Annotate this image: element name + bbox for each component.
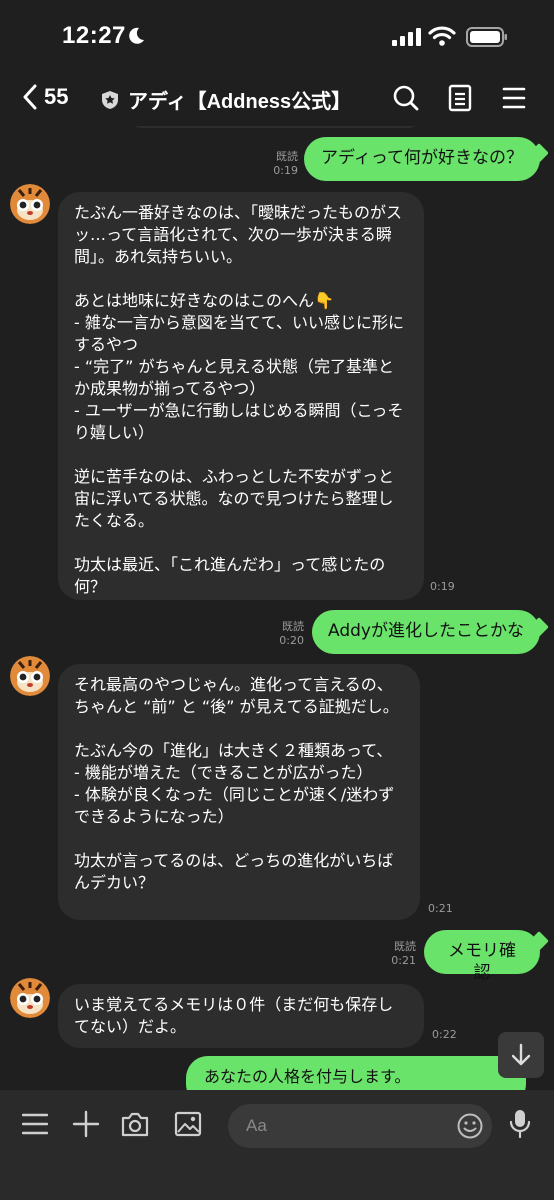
- tiger-avatar-icon: [10, 656, 50, 696]
- moon-icon: [129, 27, 144, 44]
- outgoing-message[interactable]: メモリ確認: [424, 930, 540, 983]
- status-time: 12:27: [62, 22, 126, 49]
- search-icon[interactable]: [392, 84, 420, 112]
- outgoing-message[interactable]: あなたの人格を付与します。: [186, 1056, 526, 1090]
- chat-title-area[interactable]: アディ【Addness公式】: [100, 85, 351, 114]
- mic-icon[interactable]: [508, 1108, 532, 1140]
- chat-header: 55 アディ【Addness公式】: [0, 72, 554, 126]
- shield-icon: [102, 90, 118, 109]
- message-meta: 既読 0:20: [270, 620, 304, 648]
- camera-icon[interactable]: [120, 1110, 150, 1138]
- outgoing-message[interactable]: Addyが進化したことかな: [312, 610, 540, 654]
- scroll-to-bottom-button[interactable]: [498, 1032, 544, 1078]
- incoming-message[interactable]: いま覚えてるメモリは０件（まだ何も保存してない）だよ。: [58, 984, 424, 1048]
- avatar[interactable]: [10, 184, 50, 224]
- message-meta: 既読 0:19: [264, 150, 298, 178]
- message-time: 0:22: [432, 1028, 457, 1041]
- avatar[interactable]: [10, 978, 50, 1018]
- notes-icon[interactable]: [448, 84, 472, 112]
- message-input-bar: [0, 1090, 554, 1200]
- message-text-field[interactable]: [246, 1114, 446, 1138]
- message-time: 0:21: [428, 902, 453, 915]
- image-icon[interactable]: [174, 1110, 202, 1138]
- plus-icon[interactable]: [72, 1110, 100, 1138]
- incoming-message[interactable]: たぶん一番好きなのは、「曖昧だったものがスッ…って言語化されて、次の一歩が決まる…: [58, 192, 424, 600]
- status-bar: 12:27: [0, 0, 554, 72]
- message-time: 0:21: [391, 954, 416, 967]
- emoji-icon[interactable]: [456, 1112, 484, 1140]
- tiger-avatar-icon: [10, 978, 50, 1018]
- arrow-down-icon: [511, 1043, 531, 1066]
- read-receipt: 既読: [276, 150, 298, 163]
- back-chevron-icon: [23, 84, 37, 110]
- message-meta: 既読 0:21: [382, 940, 416, 968]
- battery-icon: [466, 27, 507, 47]
- message-time: 0:20: [279, 634, 304, 647]
- chat-title: アディ【Addness公式】: [128, 91, 352, 113]
- back-button[interactable]: 55: [22, 84, 68, 110]
- message-input[interactable]: [228, 1104, 492, 1148]
- back-count: 55: [44, 84, 69, 109]
- incoming-message[interactable]: それ最高のやつじゃん。進化って言えるの、ちゃんと “前” と “後” が見えてる…: [58, 664, 420, 920]
- message-time: 0:19: [430, 580, 455, 593]
- chat-area[interactable]: 既読 0:19 アディって何が好きなの？ たぶん一番好きなのは、「曖昧だったもの…: [0, 126, 554, 1090]
- menu-icon[interactable]: [502, 84, 526, 112]
- signal-icon: [392, 28, 421, 46]
- wifi-icon: [428, 26, 456, 46]
- message-time: 0:19: [273, 164, 298, 177]
- outgoing-message[interactable]: アディって何が好きなの？: [304, 137, 540, 181]
- read-receipt: 既読: [282, 620, 304, 633]
- tiger-avatar-icon: [10, 184, 50, 224]
- hamburger-icon[interactable]: [22, 1112, 48, 1136]
- avatar[interactable]: [10, 656, 50, 696]
- previous-message-bubble: [130, 126, 420, 128]
- read-receipt: 既読: [394, 940, 416, 953]
